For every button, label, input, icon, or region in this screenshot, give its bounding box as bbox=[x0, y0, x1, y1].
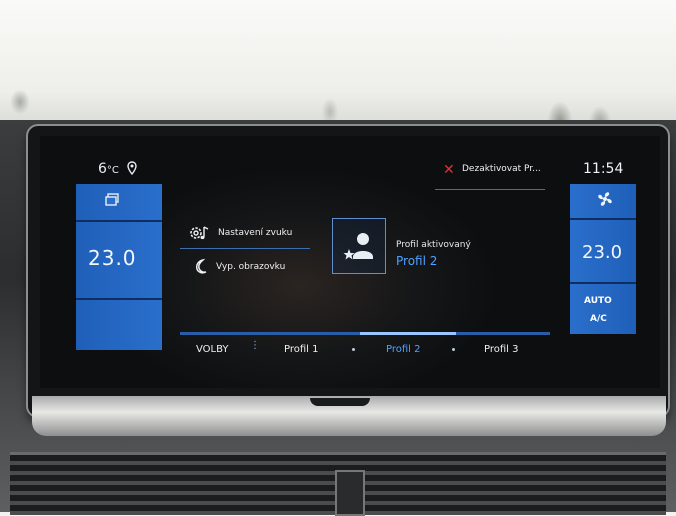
tab-separator-dot bbox=[352, 348, 355, 351]
menu-item-label: Nastavení zvuku bbox=[218, 228, 293, 238]
tab-profile-2[interactable]: Profil 2 bbox=[386, 344, 420, 355]
tab-separator-dot bbox=[452, 348, 455, 351]
profile-star-icon bbox=[343, 233, 373, 260]
menu-item-sound-settings[interactable]: Nastavení zvuku bbox=[188, 224, 292, 242]
status-bar: 6°C ✕ Dezaktivovat Pr... 11:54 bbox=[40, 136, 660, 190]
profile-tab-bar: VOLBY ⋮ Profil 1 Profil 2 Profil 3 bbox=[180, 332, 550, 368]
right-divider-bottom bbox=[570, 282, 636, 284]
background-trees bbox=[0, 62, 676, 128]
outside-temp-unit: °C bbox=[106, 165, 119, 176]
clock: 11:54 bbox=[583, 161, 624, 177]
auto-button[interactable]: AUTO bbox=[584, 296, 612, 306]
tab-indicator-track bbox=[180, 332, 550, 335]
menu-item-label: Vyp. obrazovku bbox=[216, 262, 286, 272]
profile-name: Profil 2 bbox=[396, 254, 438, 268]
right-temperature[interactable]: 23.0 bbox=[582, 242, 622, 263]
menu-divider bbox=[180, 248, 310, 249]
close-icon: ✕ bbox=[443, 162, 455, 178]
tab-profile-3[interactable]: Profil 3 bbox=[484, 344, 518, 355]
ac-button[interactable]: A/C bbox=[590, 314, 607, 324]
left-divider-bottom bbox=[76, 298, 162, 300]
copy-windows-icon[interactable] bbox=[104, 192, 120, 208]
profile-status: Profil aktivovaný bbox=[396, 240, 471, 250]
fan-icon[interactable] bbox=[596, 190, 614, 208]
outside-temp-value: 6 bbox=[98, 161, 107, 177]
right-divider-top bbox=[570, 218, 636, 220]
outside-temperature: 6°C bbox=[98, 161, 119, 177]
right-climate-zone: 23.0 AUTO A/C bbox=[570, 184, 636, 334]
location-pin-icon bbox=[127, 161, 137, 175]
left-climate-zone: 23.0 bbox=[76, 184, 162, 350]
deactivate-profile-button[interactable]: ✕ Dezaktivovat Pr... bbox=[435, 159, 545, 190]
bezel-notch bbox=[310, 398, 370, 406]
sound-settings-icon bbox=[190, 226, 209, 240]
vent-knob bbox=[335, 470, 365, 516]
tab-options[interactable]: VOLBY bbox=[196, 344, 229, 355]
deactivate-label: Dezaktivovat Pr... bbox=[462, 164, 541, 174]
profile-icon-box[interactable] bbox=[332, 218, 386, 274]
infotainment-screen: 6°C ✕ Dezaktivovat Pr... 11:54 23.0 23.0… bbox=[40, 136, 660, 388]
tab-indicator-active bbox=[360, 332, 456, 335]
moon-icon bbox=[196, 258, 207, 274]
left-temperature[interactable]: 23.0 bbox=[88, 246, 137, 270]
tab-profile-1[interactable]: Profil 1 bbox=[284, 344, 318, 355]
more-options-icon: ⋮ bbox=[250, 340, 260, 351]
left-divider-top bbox=[76, 220, 162, 222]
menu-item-screen-off[interactable]: Vyp. obrazovku bbox=[192, 258, 285, 276]
